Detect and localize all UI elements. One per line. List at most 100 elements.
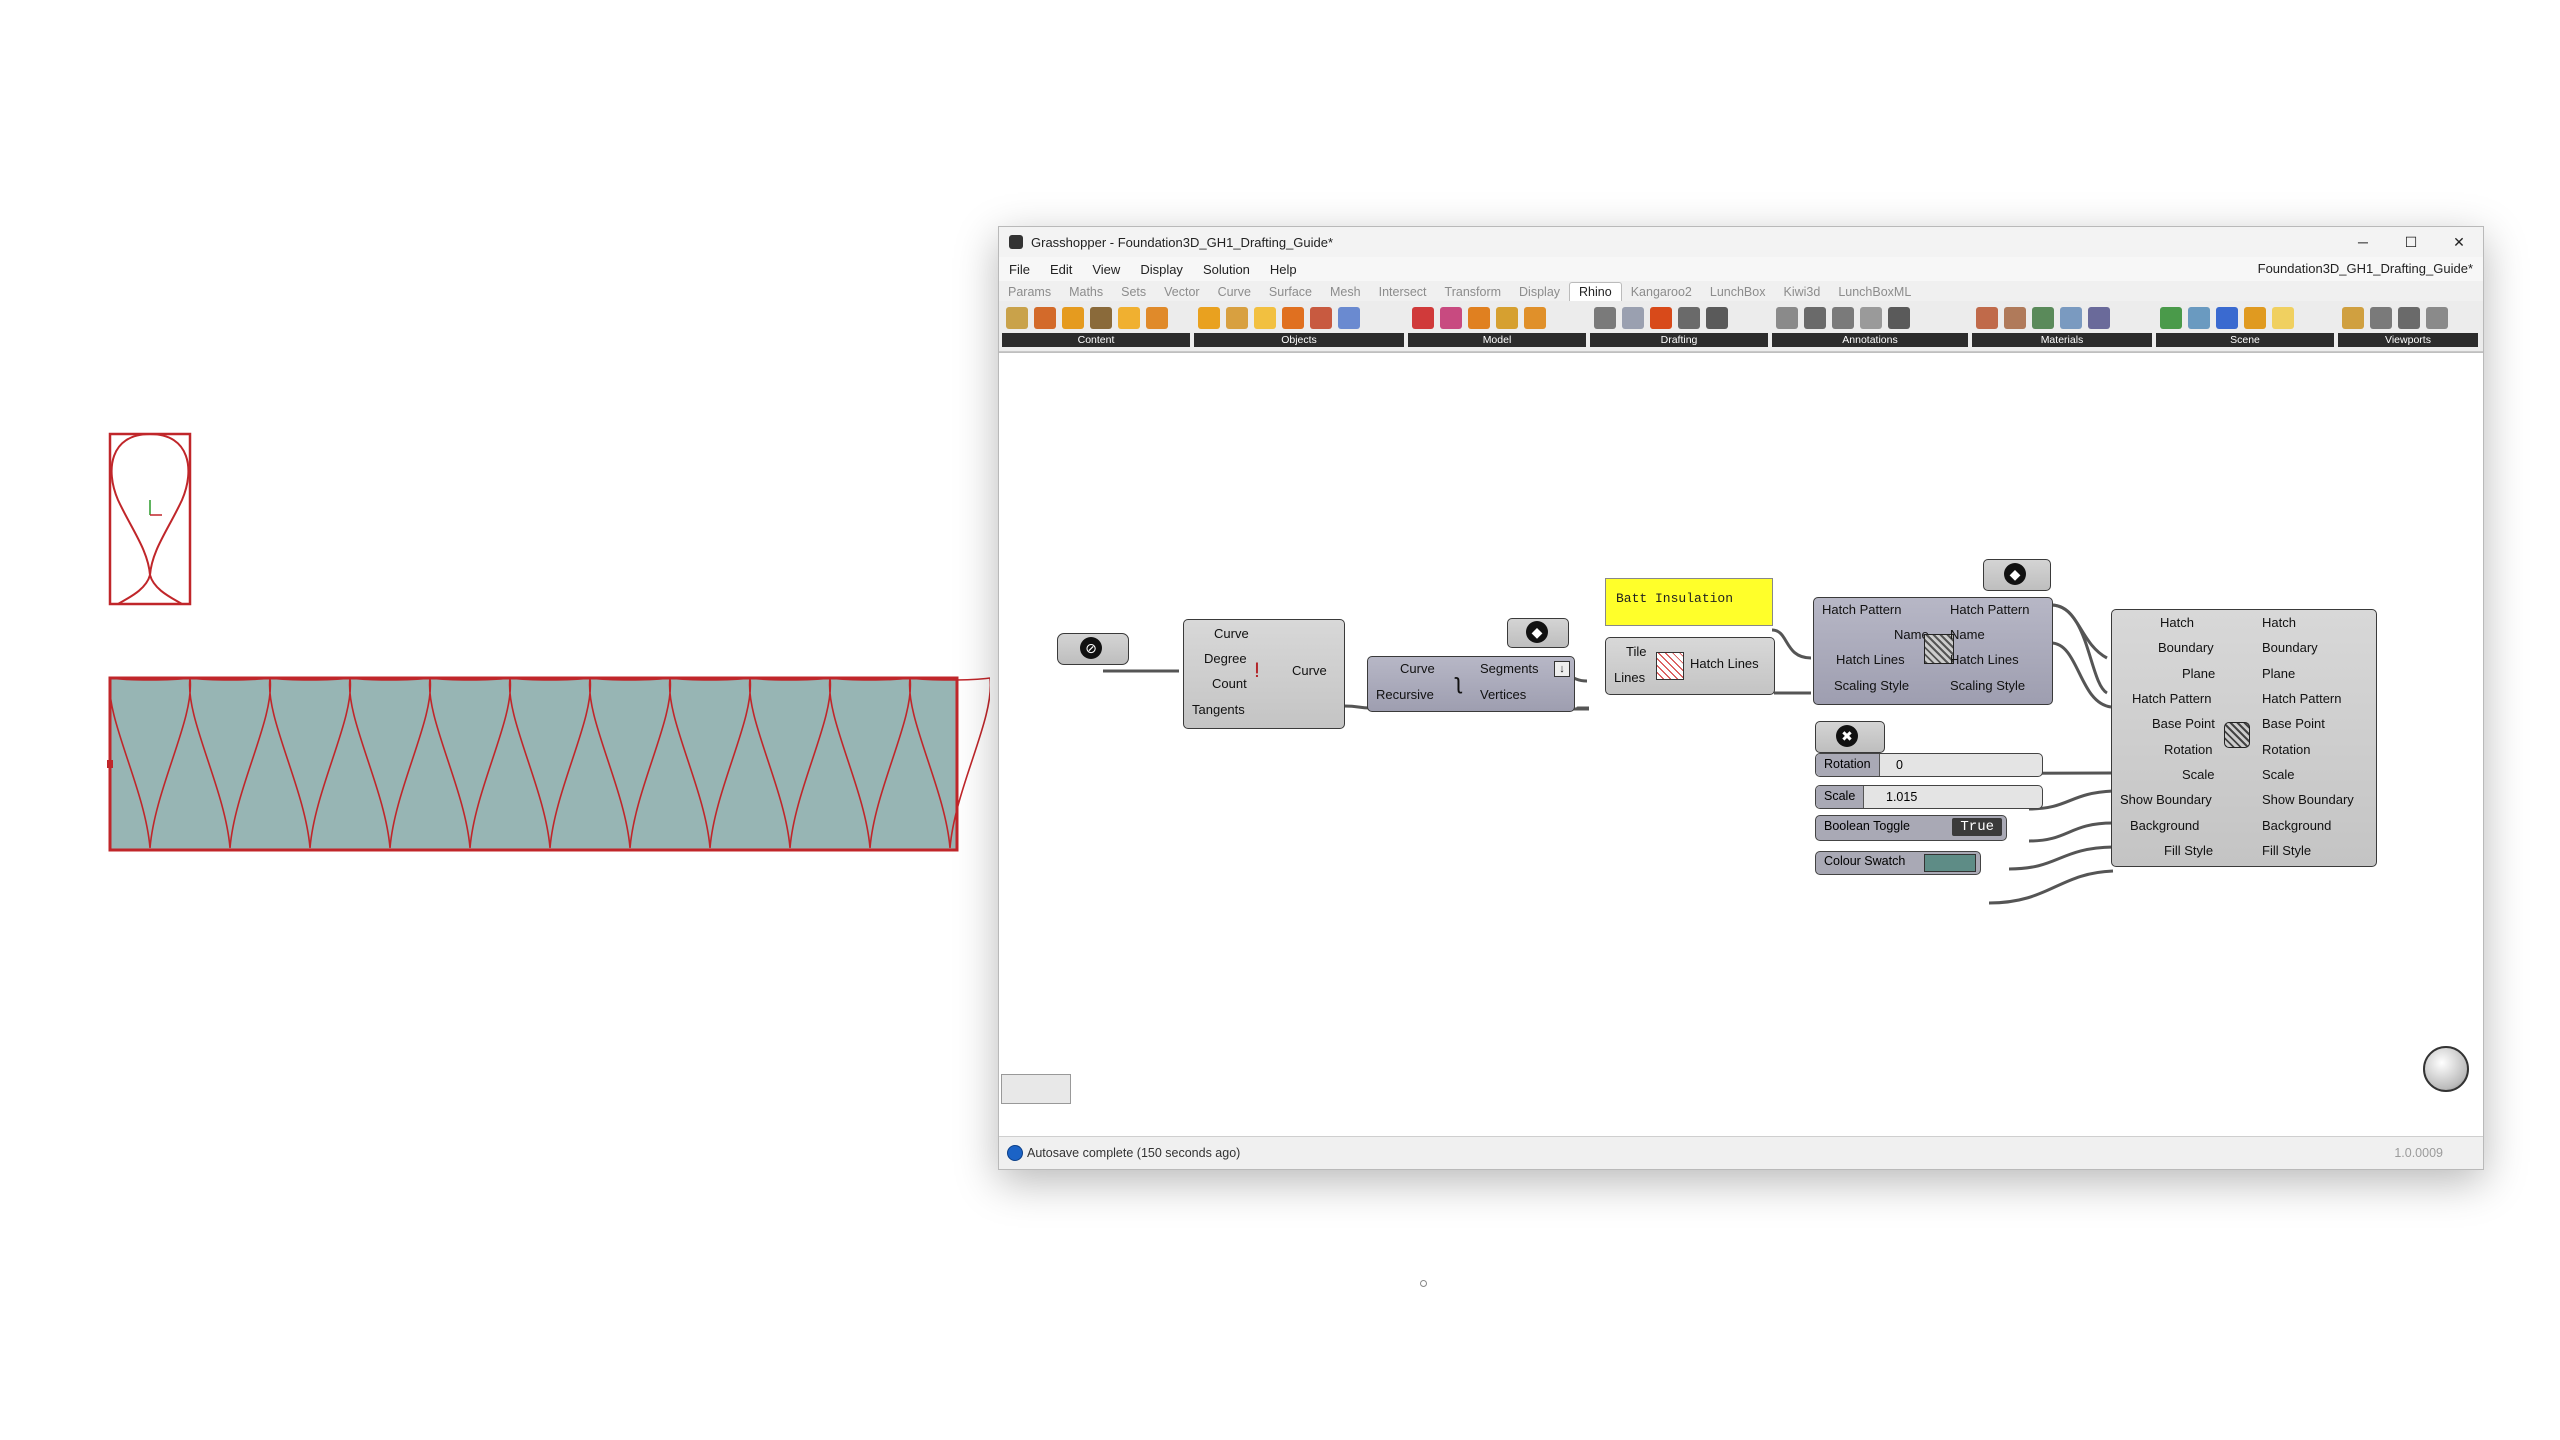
swatch-color[interactable] bbox=[1924, 854, 1976, 872]
tab-maths[interactable]: Maths bbox=[1060, 283, 1112, 301]
zoom-icon[interactable] bbox=[2426, 307, 2448, 329]
minimize-button[interactable]: ─ bbox=[2339, 227, 2387, 257]
scene-icon[interactable] bbox=[2188, 307, 2210, 329]
hatch-icon[interactable] bbox=[1678, 307, 1700, 329]
info-icon[interactable] bbox=[1062, 307, 1084, 329]
toggle-state[interactable]: True bbox=[1952, 818, 2002, 836]
curve-param[interactable]: ⊘ bbox=[1057, 633, 1129, 665]
tab-rhino[interactable]: Rhino bbox=[1569, 282, 1622, 301]
input-label: Plane bbox=[2182, 666, 2216, 681]
point-param[interactable]: ✖ bbox=[1815, 721, 1885, 753]
navigation-ball-icon[interactable] bbox=[2423, 1046, 2469, 1092]
content-icon[interactable] bbox=[1118, 307, 1140, 329]
hatch-pattern-component[interactable]: Hatch Pattern Name Hatch Lines Scaling S… bbox=[1813, 597, 2053, 705]
tab-sets[interactable]: Sets bbox=[1112, 283, 1155, 301]
rotation-slider[interactable]: Rotation 0 bbox=[1815, 753, 2043, 777]
grid-icon[interactable] bbox=[1594, 307, 1616, 329]
version-label: 1.0.0009 bbox=[2394, 1146, 2443, 1160]
status-bar: Autosave complete (150 seconds ago) 1.0.… bbox=[999, 1136, 2483, 1169]
box-icon[interactable] bbox=[1198, 307, 1220, 329]
menu-view[interactable]: View bbox=[1082, 262, 1130, 277]
document-name: Foundation3D_GH1_Drafting_Guide* bbox=[2257, 261, 2473, 276]
menu-help[interactable]: Help bbox=[1260, 262, 1307, 277]
grid-icon[interactable] bbox=[2398, 307, 2420, 329]
data-param[interactable]: ◆ bbox=[1507, 618, 1569, 648]
search-icon[interactable] bbox=[2216, 307, 2238, 329]
material-icon[interactable] bbox=[2032, 307, 2054, 329]
hatch-param[interactable]: ◆ bbox=[1983, 559, 2051, 591]
toolbar-group-objects: Objects bbox=[1194, 303, 1404, 349]
dimension-icon[interactable] bbox=[1804, 307, 1826, 329]
menu-solution[interactable]: Solution bbox=[1193, 262, 1260, 277]
model-hatch-icon bbox=[2224, 722, 2250, 748]
maximize-button[interactable]: ☐ bbox=[2387, 227, 2435, 257]
close-button[interactable]: ✕ bbox=[2435, 227, 2483, 257]
content-icon[interactable] bbox=[1034, 307, 1056, 329]
menu-file[interactable]: File bbox=[999, 262, 1040, 277]
material-icon[interactable] bbox=[2060, 307, 2082, 329]
boolean-toggle[interactable]: Boolean Toggle True bbox=[1815, 815, 2007, 841]
toolbar-group-viewports: Viewports bbox=[2338, 303, 2478, 349]
hatch-lines-component[interactable]: Tile Lines Hatch Lines bbox=[1605, 637, 1775, 695]
canvas-widget-icon[interactable] bbox=[1001, 1074, 1071, 1104]
nurbs-curve-component[interactable]: Curve Degree Count Tangents ⵑ Curve bbox=[1183, 619, 1345, 729]
model-icon[interactable] bbox=[1412, 307, 1434, 329]
tab-curve[interactable]: Curve bbox=[1209, 283, 1260, 301]
tab-kangaroo2[interactable]: Kangaroo2 bbox=[1622, 283, 1701, 301]
tab-mesh[interactable]: Mesh bbox=[1321, 283, 1370, 301]
menu-display[interactable]: Display bbox=[1130, 262, 1193, 277]
model-icon[interactable] bbox=[1496, 307, 1518, 329]
text-box-icon[interactable] bbox=[1860, 307, 1882, 329]
flatten-icon[interactable]: ↓ bbox=[1554, 661, 1570, 677]
content-icon[interactable] bbox=[1090, 307, 1112, 329]
objects-icon[interactable] bbox=[1282, 307, 1304, 329]
tab-surface[interactable]: Surface bbox=[1260, 283, 1321, 301]
sun-icon[interactable] bbox=[1254, 307, 1276, 329]
annotation-icon[interactable] bbox=[1776, 307, 1798, 329]
text-panel[interactable]: Batt Insulation bbox=[1605, 578, 1773, 626]
tab-display[interactable]: Display bbox=[1510, 283, 1569, 301]
model-hatch-component[interactable]: Hatch Boundary Plane Hatch Pattern Base … bbox=[2111, 609, 2377, 867]
output-label: Background bbox=[2262, 818, 2332, 833]
tab-intersect[interactable]: Intersect bbox=[1370, 283, 1436, 301]
tab-vector[interactable]: Vector bbox=[1155, 283, 1208, 301]
colour-swatch[interactable]: Colour Swatch bbox=[1815, 851, 1981, 875]
tab-kiwi3d[interactable]: Kiwi3d bbox=[1774, 283, 1829, 301]
material-icon[interactable] bbox=[1976, 307, 1998, 329]
eraser-icon[interactable] bbox=[1310, 307, 1332, 329]
material-icon[interactable] bbox=[2004, 307, 2026, 329]
tab-lunchbox[interactable]: LunchBox bbox=[1701, 283, 1775, 301]
status-text: Autosave complete (150 seconds ago) bbox=[1027, 1146, 1241, 1160]
menu-edit[interactable]: Edit bbox=[1040, 262, 1082, 277]
input-label: Degree bbox=[1204, 651, 1247, 666]
hatch-icon[interactable] bbox=[1650, 307, 1672, 329]
scene-icon[interactable] bbox=[2160, 307, 2182, 329]
light-bulb-icon[interactable] bbox=[2272, 307, 2294, 329]
viewport-icon[interactable] bbox=[2342, 307, 2364, 329]
tab-lunchboxml[interactable]: LunchBoxML bbox=[1829, 283, 1920, 301]
model-icon[interactable] bbox=[1524, 307, 1546, 329]
model-icon[interactable] bbox=[1468, 307, 1490, 329]
curve-icon[interactable] bbox=[1338, 307, 1360, 329]
input-label: Lines bbox=[1614, 670, 1646, 685]
search-icon[interactable] bbox=[1622, 307, 1644, 329]
hatch-icon[interactable] bbox=[1706, 307, 1728, 329]
explode-component[interactable]: Curve Recursive ʅ Segments Vertices ↓ bbox=[1367, 656, 1575, 712]
search-icon[interactable] bbox=[1226, 307, 1248, 329]
search-icon[interactable] bbox=[2370, 307, 2392, 329]
output-label: Hatch Pattern bbox=[1950, 602, 2030, 617]
leader-icon[interactable] bbox=[1888, 307, 1910, 329]
input-label: Hatch bbox=[2160, 615, 2194, 630]
content-icon[interactable] bbox=[1006, 307, 1028, 329]
scale-slider[interactable]: Scale 1.015 bbox=[1815, 785, 2043, 809]
tab-transform[interactable]: Transform bbox=[1436, 283, 1511, 301]
content-icon[interactable] bbox=[1146, 307, 1168, 329]
model-icon[interactable] bbox=[1440, 307, 1462, 329]
sun-icon[interactable] bbox=[2244, 307, 2266, 329]
dimension-icon[interactable] bbox=[1832, 307, 1854, 329]
output-label: Curve bbox=[1292, 663, 1327, 678]
tab-params[interactable]: Params bbox=[999, 283, 1060, 301]
grasshopper-canvas[interactable]: ⊘ Curve Degree Count Tangents ⵑ Curve Cu… bbox=[999, 352, 2483, 1138]
output-label: Fill Style bbox=[2262, 843, 2312, 858]
material-icon[interactable] bbox=[2088, 307, 2110, 329]
